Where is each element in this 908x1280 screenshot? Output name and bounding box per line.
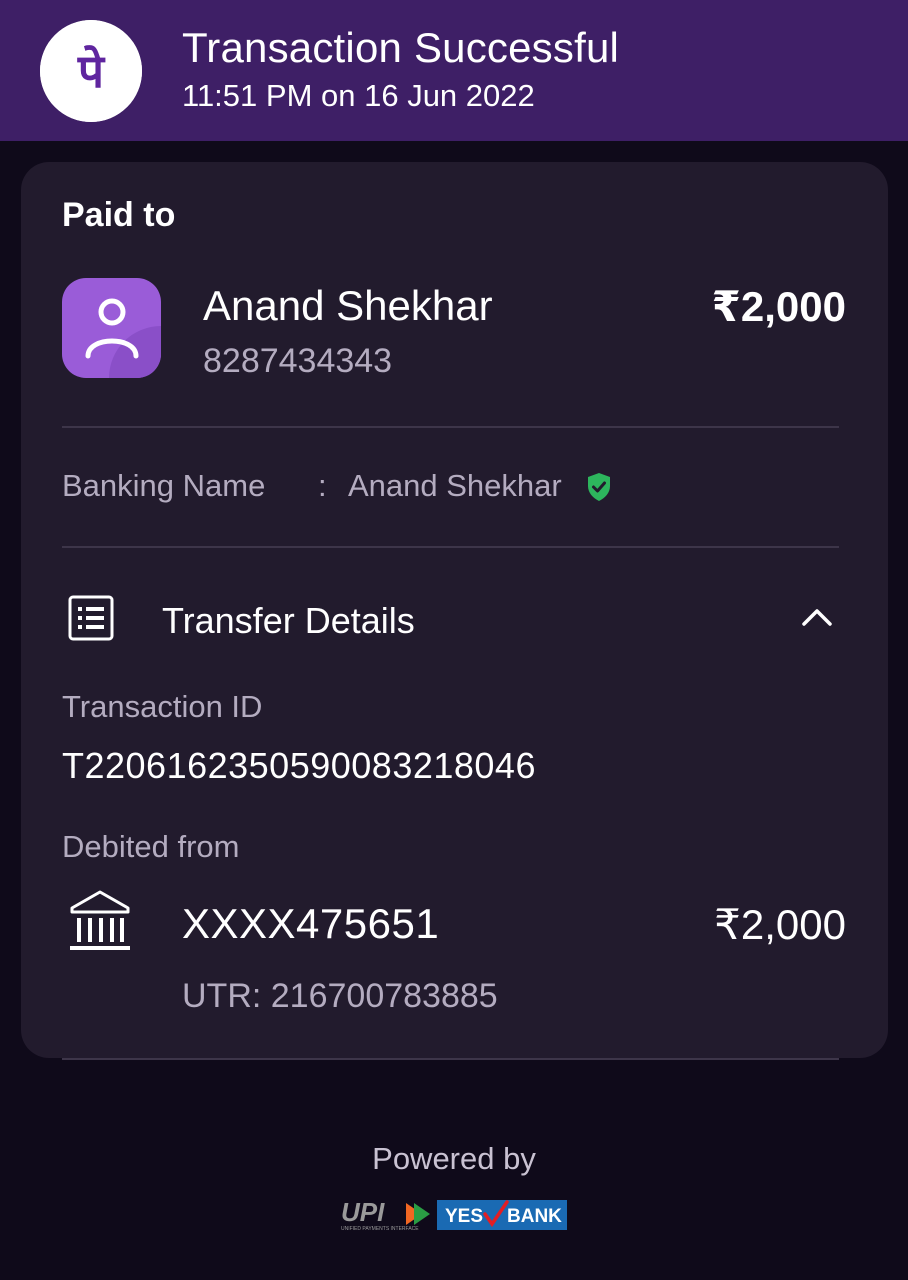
debited-from-label: Debited from	[62, 829, 240, 864]
transaction-id-label: Transaction ID	[62, 689, 263, 724]
payee-name: Anand Shekhar	[203, 282, 493, 329]
yes-bank-right-text: BANK	[507, 1206, 562, 1227]
bank-icon	[70, 890, 130, 950]
logo-glyph: पे	[77, 44, 106, 98]
debit-amount: ₹2,000	[714, 901, 846, 948]
payee-avatar	[62, 278, 161, 378]
yes-bank-logo: YES BANK	[437, 1200, 567, 1230]
yes-bank-left-text: YES	[445, 1206, 483, 1227]
person-icon	[85, 298, 161, 378]
paid-to-label: Paid to	[62, 196, 176, 234]
banking-name-label: Banking Name	[62, 468, 266, 503]
payee-phone: 8287434343	[203, 342, 393, 380]
transaction-id-value: T2206162350590083218046	[62, 745, 536, 786]
receipt-list-icon	[68, 595, 114, 641]
powered-by-label: Powered by	[372, 1141, 536, 1176]
chevron-up-icon[interactable]	[800, 604, 834, 630]
divider	[62, 1058, 839, 1060]
utr-number: UTR: 216700783885	[182, 977, 498, 1015]
upi-logo: UPI UNIFIED PAYMENTS INTERFACE	[341, 1197, 430, 1232]
phonepe-logo-icon: पे	[40, 20, 142, 122]
upi-logo-text: UPI	[341, 1197, 385, 1227]
divider	[62, 426, 839, 428]
payee-amount: ₹2,000	[711, 283, 846, 330]
debit-account: XXXX475651	[182, 900, 440, 947]
transaction-datetime: 11:51 PM on 16 Jun 2022	[182, 78, 535, 113]
divider	[62, 546, 839, 548]
banking-name-separator: :	[318, 468, 327, 503]
phonepe-logo: पे	[40, 20, 142, 122]
banking-name-value: Anand Shekhar	[348, 468, 562, 503]
transfer-details-title: Transfer Details	[162, 600, 415, 641]
upi-tagline: UNIFIED PAYMENTS INTERFACE	[341, 1226, 419, 1232]
verified-shield-icon	[588, 473, 610, 501]
page-title: Transaction Successful	[182, 24, 620, 71]
yes-bank-logo-icon: YES BANK	[437, 1200, 567, 1230]
header-bar: पे Transaction Successful 11:51 PM on 16…	[0, 0, 908, 141]
